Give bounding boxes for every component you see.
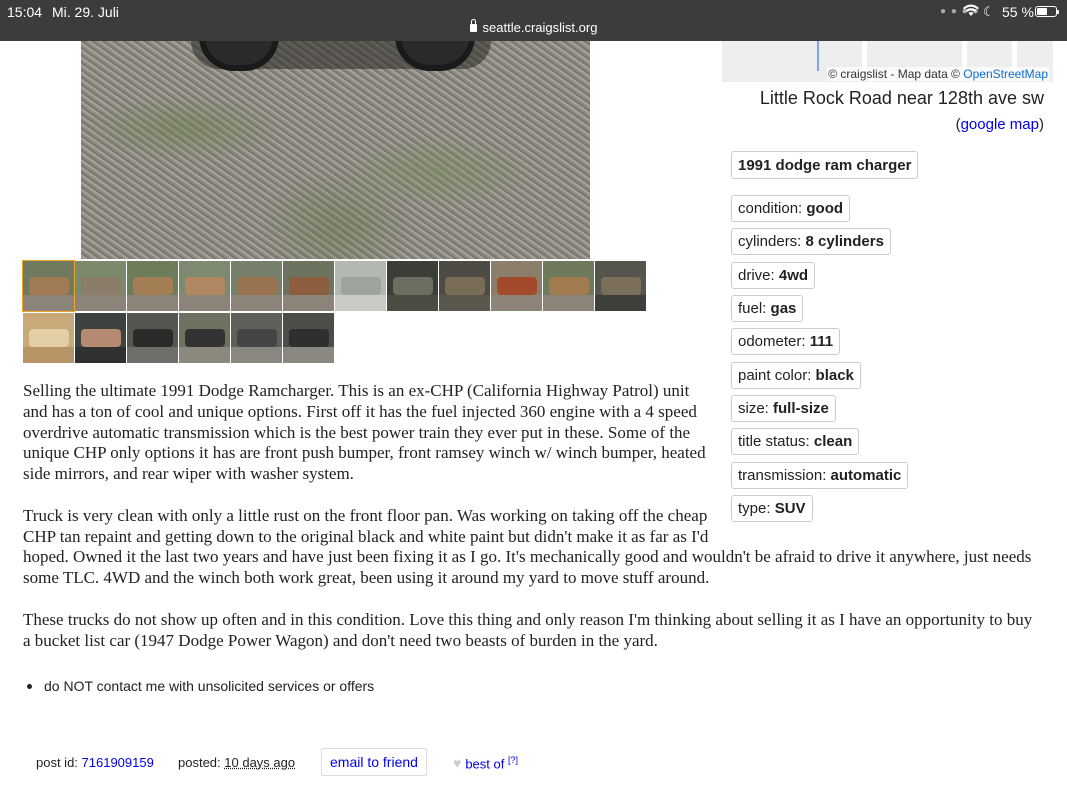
wifi-icon bbox=[963, 4, 979, 22]
description-paragraph-1: Selling the ultimate 1991 Dodge Ramcharg… bbox=[23, 381, 706, 484]
thumbnail-image[interactable] bbox=[491, 261, 542, 311]
notices-list: do NOT contact me with unsolicited servi… bbox=[23, 678, 374, 694]
description-p2-line2: CHP tan repaint and getting down to the … bbox=[23, 526, 709, 546]
thumbnail-image[interactable] bbox=[75, 261, 126, 311]
description-p2-line1: Truck is very clean with only a little r… bbox=[23, 505, 708, 525]
thumbnail-image[interactable] bbox=[127, 261, 178, 311]
map-address: Little Rock Road near 128th ave sw bbox=[759, 88, 1044, 108]
status-bar: 15:04 Mi. 29. Juli seattle.craigslist.or… bbox=[0, 0, 1067, 41]
posted-date: posted: 10 days ago bbox=[178, 755, 295, 770]
attr-drive: drive: 4wd bbox=[731, 262, 816, 289]
posted-time[interactable]: 10 days ago bbox=[224, 755, 295, 770]
map-attribution-text: © craigslist - Map data © bbox=[828, 67, 960, 81]
location-map[interactable]: © craigslist - Map data © OpenStreetMap bbox=[722, 41, 1053, 82]
description-paragraph-3: These trucks do not show up often and in… bbox=[23, 609, 1033, 650]
thumbnail-image[interactable] bbox=[283, 261, 334, 311]
heart-icon[interactable]: ♥ bbox=[453, 755, 461, 771]
main-listing-photo[interactable] bbox=[81, 41, 590, 259]
openstreetmap-link[interactable]: OpenStreetMap bbox=[963, 67, 1048, 81]
posting-body: Selling the ultimate 1991 Dodge Ramcharg… bbox=[23, 381, 1033, 672]
battery-percentage: 55 % bbox=[1002, 4, 1034, 20]
do-not-disturb-moon-icon: ☾ bbox=[983, 4, 995, 19]
paren-close: ) bbox=[1039, 116, 1044, 133]
post-id: post id: 7161909159 bbox=[36, 755, 154, 770]
thumbnail-image[interactable] bbox=[179, 313, 230, 363]
attr-fuel: fuel: gas bbox=[731, 295, 804, 322]
thumbnail-image[interactable] bbox=[283, 313, 334, 363]
description-p2-rest: hoped. Owned it the last two years and h… bbox=[23, 547, 1032, 588]
attr-odometer: odometer: 111 bbox=[731, 328, 841, 355]
posted-label: posted: bbox=[178, 755, 225, 770]
thumbnail-image[interactable] bbox=[595, 261, 646, 311]
thumbnail-image[interactable] bbox=[179, 261, 230, 311]
thumbnail-image[interactable] bbox=[335, 261, 386, 311]
address-url: seattle.craigslist.org bbox=[482, 20, 598, 35]
attr-condition: condition: good bbox=[731, 195, 851, 222]
thumbnail-image[interactable] bbox=[231, 261, 282, 311]
google-map-line: (google map) bbox=[956, 116, 1044, 133]
map-attribution: © craigslist - Map data © OpenStreetMap bbox=[827, 67, 1049, 81]
thumbnail-image[interactable] bbox=[75, 313, 126, 363]
best-of-help-link[interactable]: [?] bbox=[508, 755, 518, 765]
posting-info: post id: 7161909159 posted: 10 days ago … bbox=[23, 748, 1023, 776]
thumbnail-image[interactable] bbox=[127, 313, 178, 363]
vehicle-title-attr: 1991 dodge ram charger bbox=[731, 151, 919, 179]
notice-item: do NOT contact me with unsolicited servi… bbox=[23, 678, 374, 694]
email-to-friend-label: email to friend bbox=[330, 754, 418, 770]
clock-date: Mi. 29. Juli bbox=[52, 4, 119, 20]
attr-cylinders: cylinders: 8 cylinders bbox=[731, 228, 891, 255]
description-paragraph-2: Truck is very clean with only a little r… bbox=[23, 506, 1033, 589]
post-id-link[interactable]: 7161909159 bbox=[82, 755, 154, 770]
email-to-friend-button[interactable]: email to friend bbox=[321, 748, 427, 776]
address-bar[interactable]: seattle.craigslist.org bbox=[0, 19, 1067, 35]
clock-time: 15:04 bbox=[7, 4, 43, 20]
thumbnail-image[interactable] bbox=[22, 260, 75, 312]
thumbnail-image[interactable] bbox=[543, 261, 594, 311]
google-map-link[interactable]: google map bbox=[961, 116, 1039, 133]
post-id-label: post id: bbox=[36, 755, 82, 770]
best-of-link[interactable]: best of bbox=[465, 756, 504, 771]
best-of: ♥ best of [?] bbox=[453, 755, 518, 771]
thumbnail-image[interactable] bbox=[387, 261, 438, 311]
battery-icon bbox=[1035, 6, 1059, 17]
thumbnail-image[interactable] bbox=[231, 313, 282, 363]
thumbnail-image[interactable] bbox=[439, 261, 490, 311]
lock-icon bbox=[469, 19, 477, 32]
thumbnail-image[interactable] bbox=[23, 313, 74, 363]
